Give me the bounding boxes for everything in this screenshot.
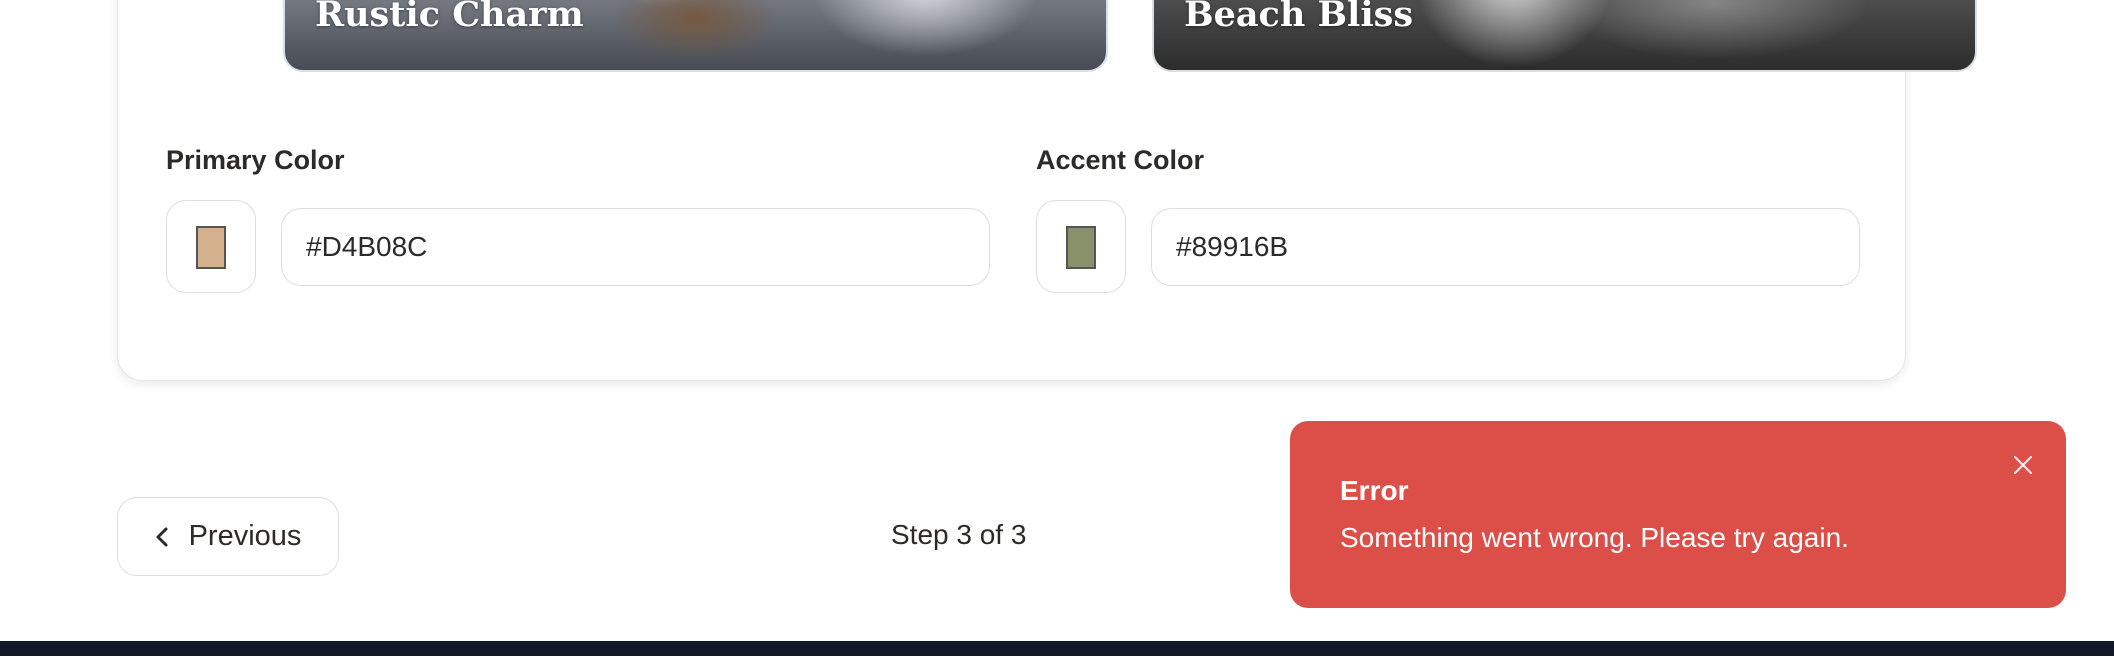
accent-color-input[interactable] [1151,208,1860,286]
chevron-left-icon [156,527,168,546]
theme-card-rustic-charm[interactable]: Rustic Charm [283,0,1108,72]
theme-title: Rustic Charm [315,0,584,35]
step-indicator: Step 3 of 3 [891,519,1027,550]
previous-button-label: Previous [188,520,302,552]
primary-color-label: Primary Color [166,145,345,175]
previous-button[interactable]: Previous [117,497,339,576]
theme-card-beach-bliss[interactable]: Beach Bliss [1152,0,1977,72]
error-toast: Error Something went wrong. Please try a… [1290,421,2066,608]
primary-color-picker[interactable] [166,200,256,293]
theme-title: Beach Bliss [1184,0,1414,35]
primary-color-input[interactable] [281,208,990,286]
accent-color-swatch [1066,226,1096,269]
close-icon[interactable] [2008,450,2038,480]
toast-message: Something went wrong. Please try again. [1340,522,1849,553]
accent-color-picker[interactable] [1036,200,1126,293]
footer-bar [0,641,2114,656]
style-settings-card: Rustic Charm Beach Bliss Primary Color A… [117,0,1977,381]
primary-color-swatch [196,226,226,269]
toast-title: Error [1340,475,1409,506]
accent-color-label: Accent Color [1036,145,1205,175]
